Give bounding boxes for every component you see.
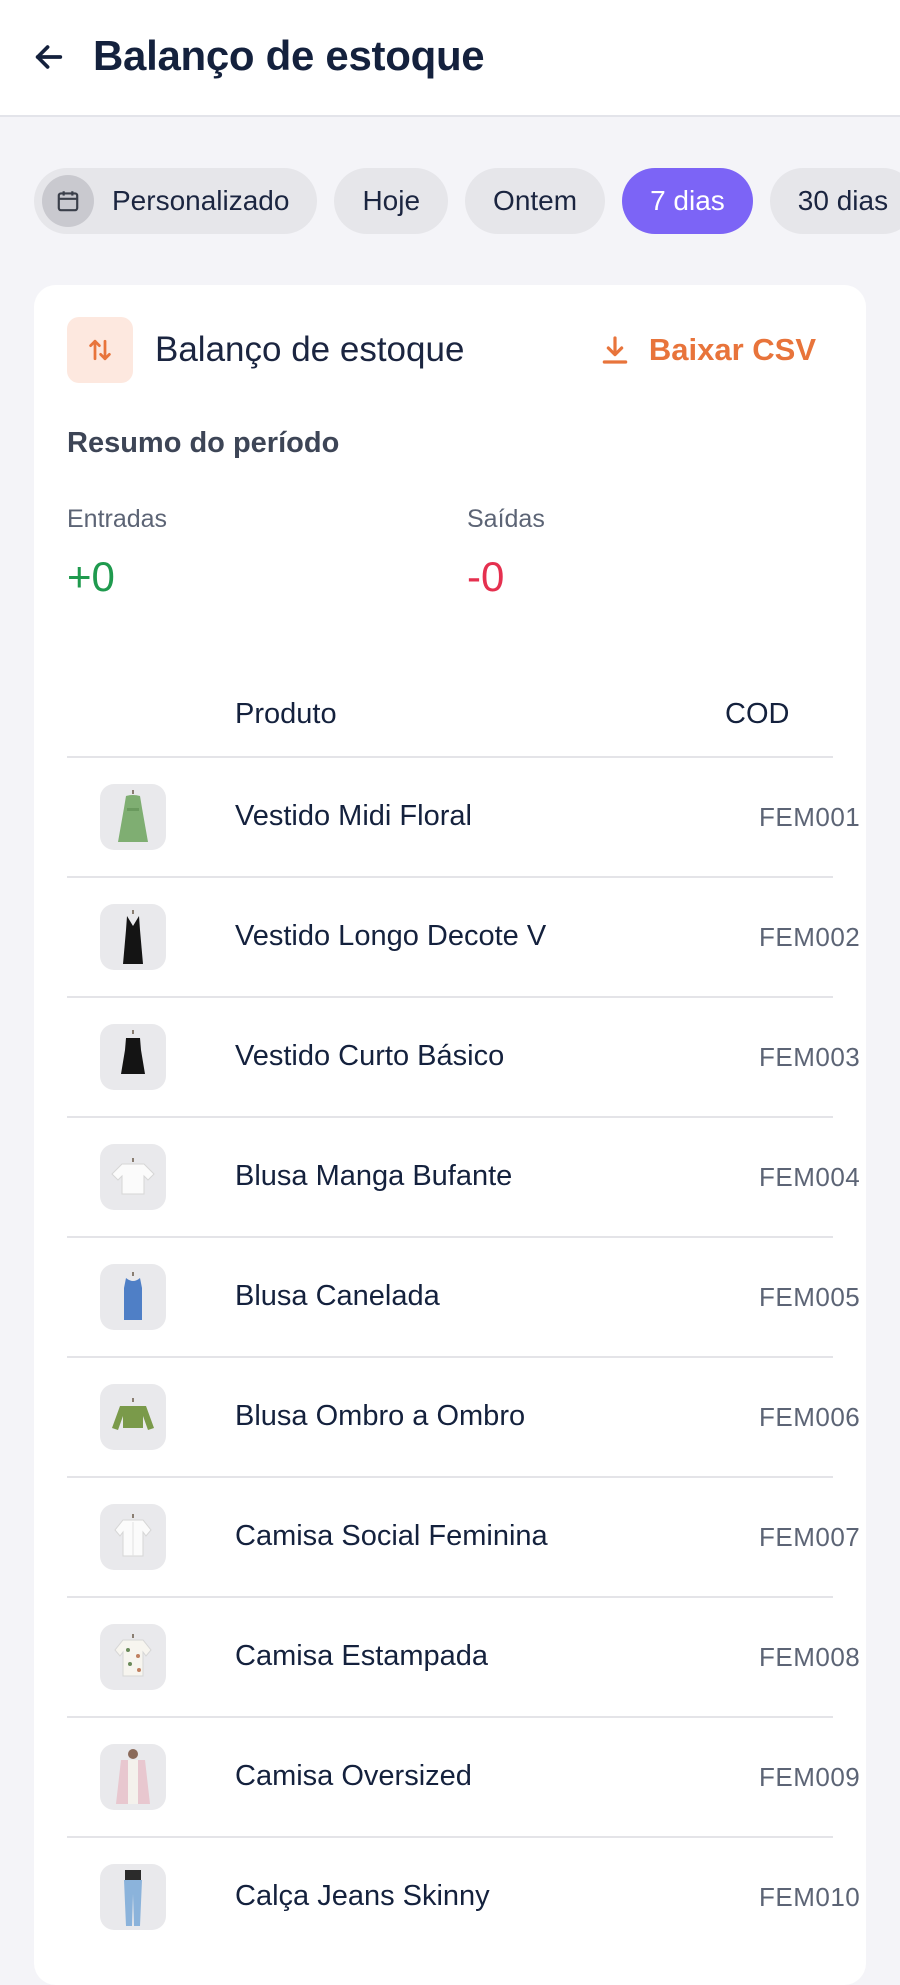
table-row[interactable]: Camisa Estampada FEM008 [67, 1596, 860, 1716]
chip-personalizado[interactable]: Personalizado [34, 168, 318, 234]
table-row[interactable]: Blusa Ombro a Ombro FEM006 [67, 1356, 860, 1476]
table-row[interactable]: Calça Jeans Skinny FEM010 [67, 1836, 860, 1956]
table-row[interactable]: Camisa Social Feminina FEM007 [67, 1476, 860, 1596]
chip-30-dias[interactable]: 30 dias [769, 168, 900, 234]
entradas-label: Entradas [67, 505, 168, 533]
saidas-value: -0 [467, 553, 505, 600]
product-code: FEM001 [759, 802, 861, 832]
blue-tank-icon [100, 1264, 166, 1330]
table-row[interactable]: Blusa Canelada FEM005 [67, 1236, 860, 1356]
chip-hoje[interactable]: Hoje [334, 168, 449, 234]
swap-vertical-icon [67, 317, 133, 383]
product-code: FEM002 [759, 922, 861, 952]
olive-crop-top-icon [100, 1384, 166, 1450]
date-filter-chips: Personalizado Hoje Ontem 7 dias 30 dias [34, 168, 900, 234]
summary-title: Resumo do período [67, 427, 340, 459]
product-code: FEM007 [759, 1522, 861, 1552]
column-header-produto: Produto [235, 698, 337, 730]
top-app-bar: Balanço de estoque [0, 0, 900, 117]
stock-balance-card: Balanço de estoque Baixar CSV Resumo do … [34, 285, 866, 1985]
product-code: FEM003 [759, 1042, 861, 1072]
table-row[interactable]: Vestido Curto Básico FEM003 [67, 996, 860, 1116]
product-name: Vestido Longo Decote V [235, 920, 547, 952]
pink-shirt-icon [100, 1744, 166, 1810]
jeans-icon [100, 1864, 166, 1930]
printed-shirt-icon [100, 1624, 166, 1690]
page-title: Balanço de estoque [93, 32, 485, 79]
chip-ontem[interactable]: Ontem [465, 168, 606, 234]
entradas-value: +0 [67, 553, 115, 600]
white-shirt-icon [100, 1504, 166, 1570]
product-code: FEM010 [759, 1882, 861, 1912]
product-code: FEM005 [759, 1282, 861, 1312]
card-title: Balanço de estoque [155, 330, 465, 369]
chip-label: Personalizado [112, 185, 290, 216]
download-icon [602, 336, 628, 364]
chip-7-dias[interactable]: 7 dias [622, 168, 753, 234]
arrow-left-icon [35, 45, 63, 69]
product-code: FEM009 [759, 1762, 861, 1792]
product-name: Vestido Curto Básico [235, 1040, 505, 1072]
products-table: Vestido Midi Floral FEM001 Vestido Longo… [67, 756, 860, 1956]
download-csv-label: Baixar CSV [648, 332, 816, 367]
black-long-dress-icon [100, 904, 166, 970]
product-name: Calça Jeans Skinny [235, 1880, 490, 1912]
product-name: Camisa Social Feminina [235, 1520, 548, 1552]
saidas-label: Saídas [467, 505, 545, 533]
product-code: FEM008 [759, 1642, 861, 1672]
table-row[interactable]: Camisa Oversized FEM009 [67, 1716, 860, 1836]
product-name: Camisa Estampada [235, 1640, 489, 1672]
product-name: Blusa Manga Bufante [235, 1160, 513, 1192]
table-row[interactable]: Vestido Longo Decote V FEM002 [67, 876, 860, 996]
product-code: FEM006 [759, 1402, 861, 1432]
black-short-dress-icon [100, 1024, 166, 1090]
product-name: Blusa Canelada [235, 1280, 440, 1312]
table-row[interactable]: Vestido Midi Floral FEM001 [67, 756, 860, 876]
download-csv-button[interactable]: Baixar CSV [599, 332, 816, 368]
back-button[interactable] [26, 34, 72, 80]
product-name: Camisa Oversized [235, 1760, 472, 1792]
table-row[interactable]: Blusa Manga Bufante FEM004 [67, 1116, 860, 1236]
product-name: Vestido Midi Floral [235, 800, 472, 832]
product-code: FEM004 [759, 1162, 861, 1192]
product-name: Blusa Ombro a Ombro [235, 1400, 526, 1432]
white-blouse-icon [100, 1144, 166, 1210]
calendar-icon [42, 175, 94, 227]
green-dress-icon [100, 784, 166, 850]
column-header-cod: COD [725, 698, 790, 730]
